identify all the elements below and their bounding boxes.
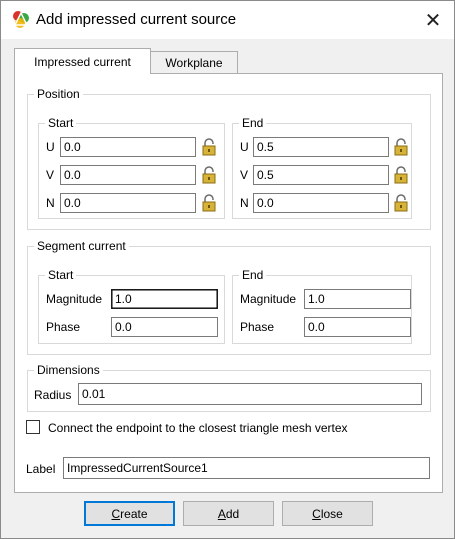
tab-workplane[interactable]: Workplane [150,51,238,74]
end-magnitude-input[interactable] [304,289,411,309]
tab-label: Impressed current [34,54,131,69]
add-button[interactable]: Add [183,501,274,526]
position-group: Position Start U V N [27,87,431,230]
close-label-rest: lose [320,506,343,521]
start-v-input[interactable] [60,165,196,185]
start-phase-input[interactable] [111,317,218,337]
connect-endpoint-checkbox[interactable] [26,420,40,434]
segment-end-title: End [239,268,267,282]
label-field-label: Label [26,462,56,476]
segment-start-group: Start Magnitude Phase [38,268,225,344]
start-u-input[interactable] [60,137,196,157]
title-bar: Add impressed current source ✕ [1,1,454,39]
start-phase-label: Phase [46,320,81,334]
segment-current-group: Segment current Start Magnitude Phase En… [27,239,431,355]
close-window-icon[interactable]: ✕ [415,5,451,35]
end-v-input[interactable] [253,165,389,185]
window-title: Add impressed current source [36,11,237,28]
connect-endpoint-label: Connect the endpoint to the closest tria… [48,421,348,435]
add-label-rest: dd [225,506,240,521]
close-button[interactable]: Close [282,501,373,526]
lock-icon[interactable] [200,138,218,156]
lock-icon[interactable] [200,194,218,212]
lock-icon[interactable] [392,166,410,184]
lock-icon[interactable] [392,194,410,212]
radius-label: Radius [34,388,72,402]
position-start-group: Start U V N [38,116,225,219]
add-mnemonic: A [217,506,226,521]
start-u-label: U [46,140,55,154]
segment-end-group: End Magnitude Phase [232,268,412,344]
dimensions-group: Dimensions Radius [27,363,431,412]
dimensions-title: Dimensions [34,363,103,377]
end-phase-input[interactable] [304,317,411,337]
label-input[interactable] [63,457,430,479]
end-v-label: V [240,168,249,182]
position-group-title: Position [34,87,83,101]
create-button[interactable]: Create [84,501,175,526]
close-mnemonic: C [312,506,321,521]
start-magnitude-label: Magnitude [46,292,103,306]
lock-icon[interactable] [200,166,218,184]
position-end-title: End [239,116,267,130]
end-magnitude-label: Magnitude [240,292,297,306]
start-n-input[interactable] [60,193,196,213]
start-magnitude-input[interactable] [111,289,218,309]
end-u-input[interactable] [253,137,389,157]
dialog-window: Add impressed current source ✕ Impressed… [0,0,455,539]
segment-current-title: Segment current [34,239,129,253]
create-label-rest: reate [120,506,148,521]
start-v-label: V [46,168,55,182]
lock-icon[interactable] [392,138,410,156]
tab-label: Workplane [165,56,223,70]
tab-impressed-current[interactable]: Impressed current [14,48,151,74]
position-start-title: Start [45,116,77,130]
app-logo-icon [13,11,29,28]
radius-input[interactable] [78,383,422,405]
end-n-label: N [240,196,249,210]
end-n-input[interactable] [253,193,389,213]
end-phase-label: Phase [240,320,275,334]
create-mnemonic: C [111,506,121,521]
segment-start-title: Start [45,268,77,282]
start-n-label: N [46,196,55,210]
end-u-label: U [240,140,249,154]
position-end-group: End U V N [232,116,412,219]
